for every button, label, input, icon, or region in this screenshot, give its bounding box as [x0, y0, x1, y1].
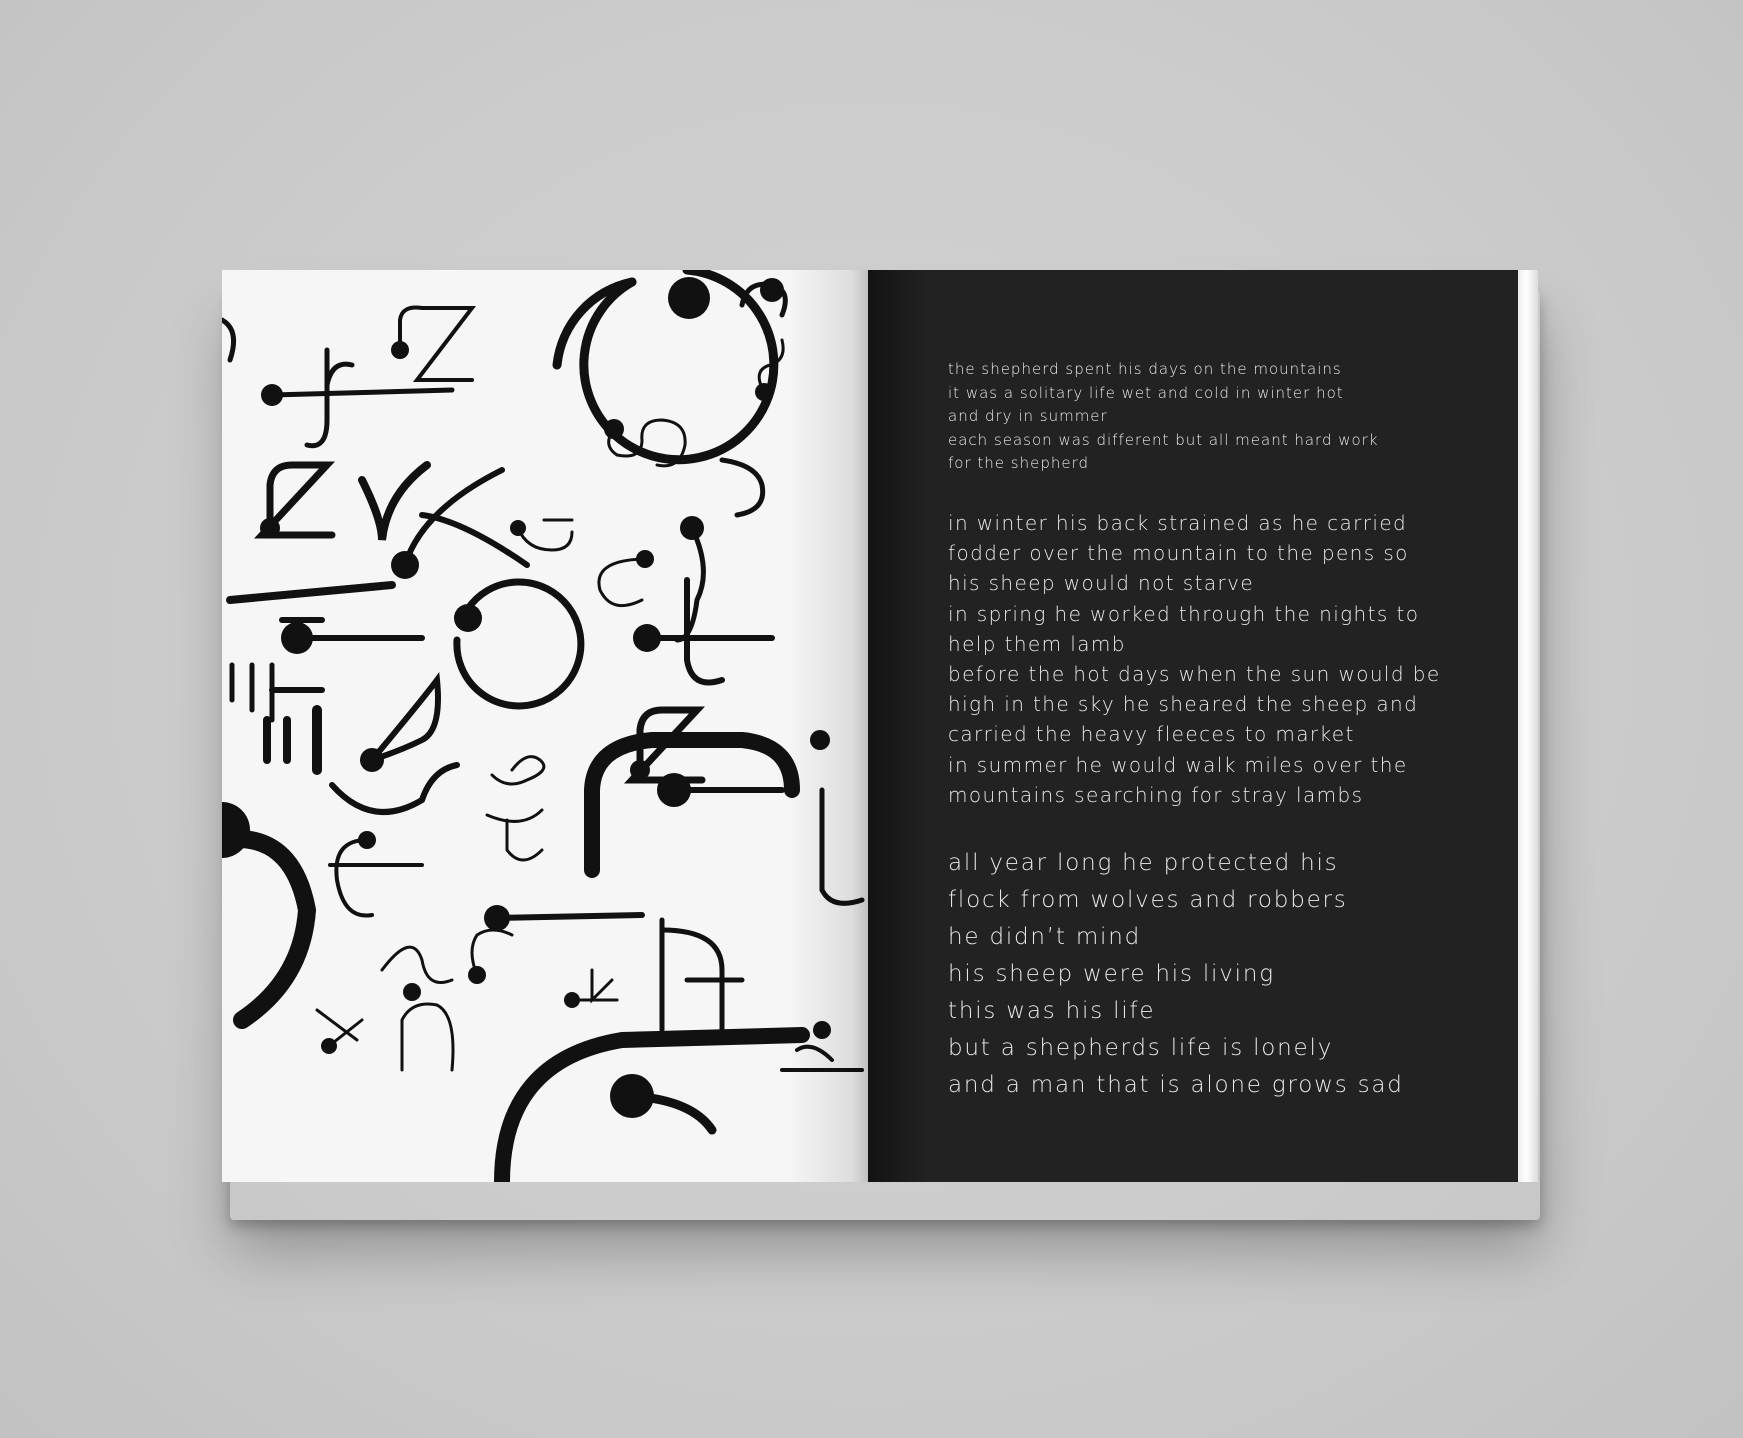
glyph-x-bottom [315, 1008, 364, 1054]
glyph-i-lower [484, 905, 645, 931]
glyph-partial [222, 317, 237, 363]
glyph-c-small [597, 550, 654, 608]
text-line: his sheep would not starve [948, 571, 1255, 596]
text-line: carried the heavy fleeces to market [948, 722, 1355, 747]
glyph-y [358, 461, 431, 541]
glyph-m-mid [659, 917, 745, 1033]
text-line: his sheep were his living [948, 961, 1275, 987]
text-line: in winter his back strained as he carrie… [948, 511, 1408, 535]
text-line: but a shepherds life is lonely [948, 1035, 1334, 1061]
left-page-letterform-pattern [222, 270, 868, 1182]
text-line: and a man that is alone grows sad [948, 1072, 1404, 1098]
glyph-t-mid [281, 622, 425, 654]
text-line: mountains searching for stray lambs [948, 782, 1364, 807]
letterform-artwork [222, 270, 865, 1182]
text-line: for the shepherd [948, 454, 1090, 472]
glyph-k [564, 968, 619, 1008]
gutter-shadow-right [868, 270, 928, 1182]
paragraph-seasons: in winter his back strained as he carrie… [948, 508, 1441, 810]
glyph-arch-bottom [494, 1027, 810, 1182]
text-line: all year long he protected his [948, 850, 1339, 876]
text-line: in spring he worked through the nights t… [948, 601, 1420, 626]
text-line: flock from wolves and robbers [948, 887, 1348, 913]
glyph-z-top [391, 305, 477, 382]
text-line: it was a solitary life wet and cold in w… [948, 383, 1344, 402]
glyph-o-bottom-left [222, 802, 317, 1029]
text-line: each season was different but all meant … [948, 430, 1379, 449]
glyph-j-lower [468, 928, 514, 984]
text-line: the shepherd spent his days on the mount… [948, 360, 1342, 378]
text-line: before the hot days when the sun would b… [948, 662, 1441, 687]
paragraph-closing: all year long he protected his flock fro… [948, 845, 1404, 1104]
text-line: this was his life [948, 998, 1156, 1024]
glyph-e-mid [328, 831, 424, 918]
glyph-n-bottom [400, 1002, 455, 1072]
glyph-j [510, 518, 574, 552]
glyph-t-top [261, 347, 455, 449]
text-line: he didn’t mind [948, 924, 1142, 950]
glyph-x [391, 467, 530, 579]
glyph-i-bar [226, 581, 396, 604]
gutter-shadow-left [788, 270, 868, 1182]
text-line: high in the sky he sheared the sheep and [948, 692, 1419, 717]
text-line: fodder over the mountain to the pens so [948, 541, 1409, 566]
right-page: the shepherd spent his days on the mount… [868, 270, 1518, 1182]
glyph-t-right [633, 577, 775, 686]
glyph-z-mid [253, 461, 336, 539]
glyph-e-bottom [380, 945, 454, 1001]
text-line: and dry in summer [948, 407, 1108, 425]
text-line: help them lamb [948, 631, 1126, 656]
paragraph-intro: the shepherd spent his days on the mount… [948, 358, 1379, 476]
glyph-o-mid [453, 578, 585, 710]
glyph-w [329, 672, 460, 815]
open-magazine: the shepherd spent his days on the mount… [0, 0, 1743, 1438]
text-line: in summer he would walk miles over the [948, 752, 1408, 777]
glyph-arch-big [584, 732, 800, 878]
glyph-u [505, 818, 544, 862]
glyph-w-small [485, 755, 546, 823]
